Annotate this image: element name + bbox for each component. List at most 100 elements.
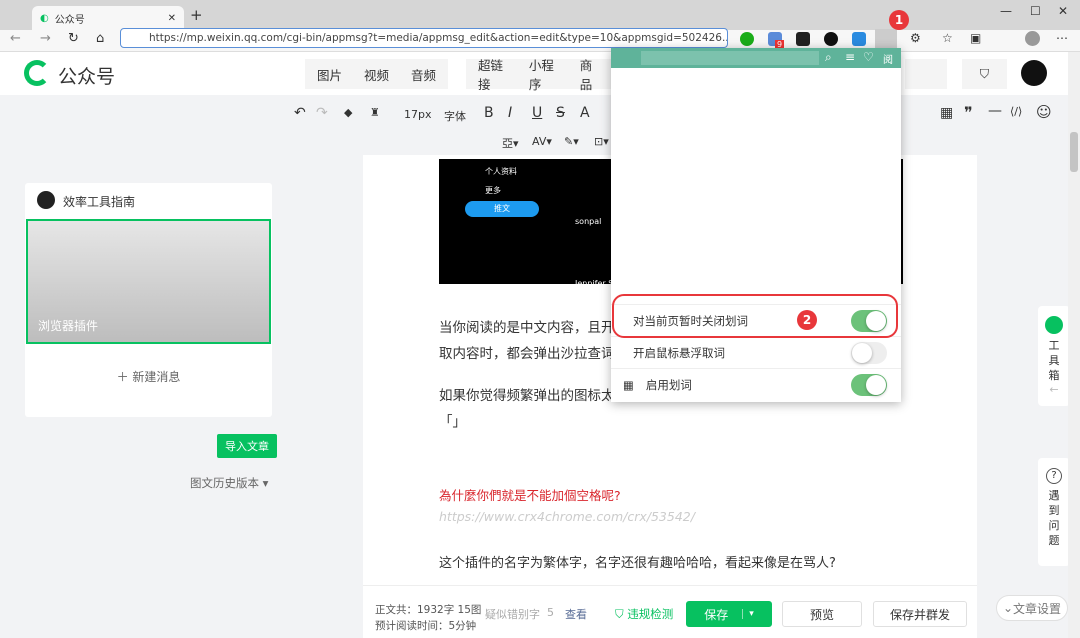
new-message-button[interactable]: ＋ 新建消息 [25, 368, 272, 385]
eraser-icon[interactable]: ◆ [344, 106, 352, 119]
extensions-icon[interactable]: ⚙ [910, 31, 921, 45]
back-icon[interactable]: ← [10, 31, 21, 46]
extension-icon-blue[interactable] [852, 32, 866, 46]
chevron-down-icon: ⌄ [1002, 601, 1014, 615]
saladict-extension-button[interactable] [875, 29, 897, 49]
article-settings-button[interactable]: ⌄ 文章设置 [996, 595, 1068, 621]
badge-2-text: 2 [802, 313, 812, 327]
bold-button[interactable]: B [484, 105, 494, 121]
insert-group: 超链接 小程序 商品 [466, 58, 611, 92]
history-label: 图文历史版本 [190, 476, 259, 490]
format-painter-icon[interactable]: ♜ [370, 106, 380, 119]
history-version-button[interactable]: 图文历史版本 ▾ [190, 475, 268, 491]
paragraph-1: 当你阅读的是中文内容，且开 取内容时，都会弹出沙拉查词 [439, 315, 615, 367]
row-label: 启用划词 [645, 377, 692, 392]
toggle-row-hover: 开启鼠标悬浮取词 [611, 336, 901, 368]
extension-icon-dark[interactable] [796, 32, 810, 46]
divider-icon[interactable]: — [988, 103, 1002, 119]
home-icon[interactable]: ⌂ [96, 31, 104, 46]
red-heading: 為什麼你們就是不能加個空格呢? [439, 488, 621, 503]
template-icon[interactable] [905, 59, 947, 89]
save-label: 保存 [704, 607, 729, 622]
quote-icon[interactable]: ❞ [964, 103, 973, 122]
line-height-icon[interactable]: 亞▾ [502, 135, 519, 151]
forward-icon[interactable]: → [40, 31, 51, 46]
font-size-select[interactable]: 17px [404, 108, 432, 121]
letter-spacing-icon[interactable]: AV▾ [532, 135, 552, 148]
enable-toggle[interactable] [851, 373, 887, 396]
p2-line1: 如果你觉得频繁弹出的图标太 [439, 388, 615, 404]
undo-icon[interactable]: ↶ [294, 105, 306, 121]
popup-search-input[interactable] [641, 51, 819, 65]
publish-label: 保存并群发 [889, 607, 950, 622]
article-link[interactable]: https://www.crx4chrome.com/crx/53542/ [439, 509, 695, 524]
page-scrollbar[interactable] [1068, 52, 1080, 638]
badge-1-text: 1 [894, 13, 904, 27]
help-panel[interactable]: ? 遇到问题 [1038, 458, 1070, 566]
favorites-icon[interactable]: ☆ [942, 31, 953, 45]
save-and-publish-button[interactable]: 保存并群发 [873, 601, 967, 627]
reload-icon[interactable]: ↻ [68, 31, 79, 46]
popup-read-icon[interactable]: 阅 [883, 51, 893, 66]
insert-video-button[interactable]: 视频 [364, 65, 389, 84]
save-button[interactable]: 保存 ▾ [686, 601, 772, 627]
article-cover-selected[interactable]: 浏览器插件 [26, 219, 271, 344]
strikethrough-button[interactable]: S [556, 105, 565, 121]
view-typos-link[interactable]: 查看 [565, 606, 587, 622]
wechat-mp-logo-icon [24, 60, 50, 86]
popup-heart-icon[interactable]: ♡ [863, 50, 874, 64]
new-message-label: 新建消息 [132, 370, 181, 384]
italic-button[interactable]: I [508, 105, 512, 121]
insert-link-button[interactable]: 超链接 [478, 55, 507, 93]
emoji-icon[interactable]: ☺ [1036, 103, 1052, 121]
save-dropdown-icon[interactable]: ▾ [742, 609, 754, 619]
new-tab-button[interactable]: + [190, 6, 203, 24]
preview-button[interactable]: 预览 [782, 601, 862, 627]
import-article-button[interactable]: 导入文章 [217, 434, 277, 458]
shield-icon: ⛉ [615, 607, 628, 621]
cover-title: 浏览器插件 [38, 319, 99, 333]
paragraph-3: 这个插件的名字为繁体字，名字还很有趣哈哈哈，看起来像是在骂人? [439, 556, 836, 571]
screenshot-more: 更多 [485, 186, 501, 195]
popup-menu-icon[interactable]: ≡ [845, 50, 855, 64]
insert-image-button[interactable]: 图片 [317, 65, 342, 84]
bottom-bar: 正文共：1932字 15图 预计阅读时间：5分钟 疑似错别字 5 查看 ⛉ 违规… [363, 585, 977, 638]
browser-tab[interactable]: ◐ 公众号 ✕ [32, 6, 184, 30]
qrcode-icon[interactable]: ▦ [623, 378, 634, 392]
close-window-button[interactable]: ✕ [1058, 4, 1068, 18]
code-icon[interactable]: ⟨/⟩ [1010, 105, 1022, 118]
popup-search-icon[interactable]: ⌕ [825, 50, 832, 65]
more-menu-icon[interactable]: ⋯ [1056, 31, 1068, 45]
image-tool-icon[interactable]: ⊡▾ [594, 135, 609, 148]
compliance-check-button[interactable]: ⛉ 违规检测 [615, 606, 673, 622]
table-icon[interactable]: ▦ [940, 105, 953, 121]
settings-label: 文章设置 [1013, 601, 1062, 616]
step-badge-2: 2 [797, 310, 817, 330]
typo-label: 疑似错别字 [485, 608, 540, 621]
minimize-button[interactable]: — [1000, 4, 1012, 18]
extension-icon-green[interactable] [740, 32, 754, 46]
maximize-button[interactable]: ☐ [1030, 4, 1041, 18]
p1-line1: 当你阅读的是中文内容，且开 [439, 320, 615, 336]
font-family-select[interactable]: 字体 [444, 108, 466, 124]
url-input[interactable]: https://mp.weixin.qq.com/cgi-bin/appmsg?… [120, 28, 728, 48]
magic-icon[interactable]: ✎▾ [564, 135, 579, 148]
close-tab-icon[interactable]: ✕ [168, 13, 176, 24]
insert-audio-button[interactable]: 音频 [411, 65, 436, 84]
redo-icon[interactable]: ↷ [316, 105, 328, 121]
hover-toggle[interactable] [851, 341, 887, 364]
toolbox-panel[interactable]: 工具箱 ← [1038, 306, 1070, 406]
url-text: https://mp.weixin.qq.com/cgi-bin/appmsg?… [149, 32, 728, 44]
media-insert-group: 图片 视频 音频 [305, 59, 449, 89]
collections-icon[interactable]: ▣ [970, 31, 981, 45]
security-icon[interactable]: ⛉ [962, 59, 1007, 89]
highlight-outline [612, 294, 898, 338]
font-color-button[interactable]: A [580, 105, 590, 121]
extension-icon-face[interactable] [824, 32, 838, 46]
profile-avatar[interactable] [1025, 31, 1040, 46]
underline-button[interactable]: U [532, 105, 542, 121]
account-avatar[interactable] [1021, 60, 1047, 86]
insert-miniprogram-button[interactable]: 小程序 [529, 55, 558, 93]
insert-product-button[interactable]: 商品 [580, 55, 599, 93]
screenshot-post-button: 推文 [465, 201, 539, 217]
